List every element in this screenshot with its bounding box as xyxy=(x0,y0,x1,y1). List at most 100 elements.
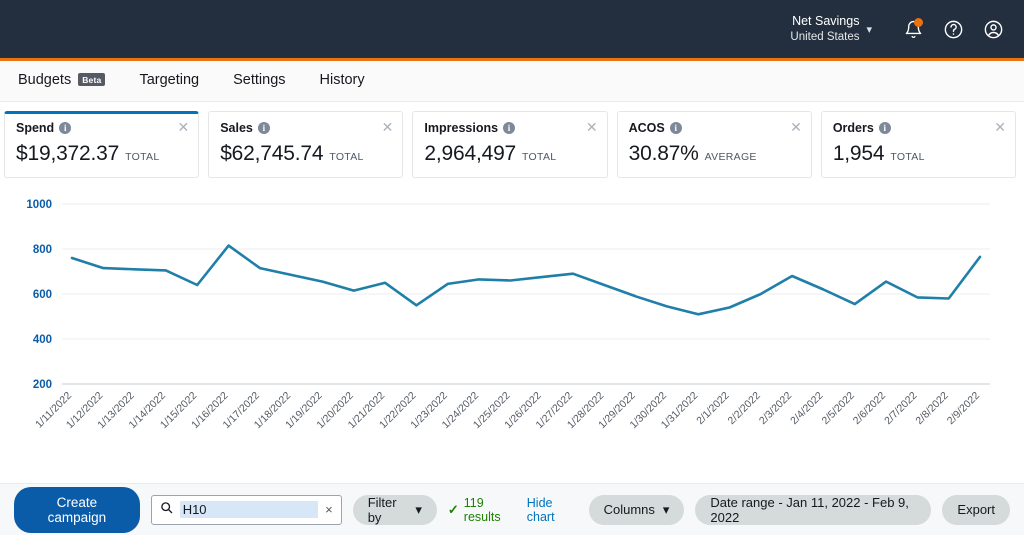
x-axis-tick-label: 2/8/2022 xyxy=(913,390,950,427)
search-icon xyxy=(160,501,173,519)
date-range-picker[interactable]: Date range - Jan 11, 2022 - Feb 9, 2022 xyxy=(695,494,932,525)
metric-title: Sales xyxy=(220,121,253,135)
data-line-spend[interactable] xyxy=(70,244,982,316)
export-label: Export xyxy=(957,502,995,517)
account-selector[interactable]: Net Savings United States ▾ xyxy=(790,14,872,44)
metric-unit: AVERAGE xyxy=(704,151,757,163)
metric-value-row: 2,964,497 TOTAL xyxy=(424,142,595,166)
metric-value: 1,954 xyxy=(832,142,885,165)
chevron-down-icon: ▾ xyxy=(662,501,670,517)
tab-targeting[interactable]: Targeting xyxy=(122,58,216,101)
metric-value-row: $62,745.74 TOTAL xyxy=(220,142,391,166)
account-region: United States xyxy=(790,30,860,43)
x-axis-tick-label: 2/1/2022 xyxy=(694,390,731,427)
notification-bell-icon[interactable] xyxy=(896,12,930,46)
search-input[interactable]: H10 xyxy=(179,501,319,518)
y-axis-tick-label: 1000 xyxy=(26,199,52,211)
tab-budgets[interactable]: Budgets Beta xyxy=(18,58,122,101)
metric-title: ACOS xyxy=(628,121,665,135)
tab-history[interactable]: History xyxy=(303,58,382,101)
info-icon[interactable]: i xyxy=(878,122,891,134)
info-icon[interactable]: i xyxy=(669,122,682,134)
chevron-down-icon: ▾ xyxy=(866,23,872,36)
y-axis-tick-label: 400 xyxy=(33,334,52,346)
results-count: ✓ 119 results xyxy=(448,496,516,524)
results-count-label: 119 results xyxy=(463,495,501,524)
close-icon[interactable]: ✕ xyxy=(586,120,598,134)
close-icon[interactable]: ✕ xyxy=(177,120,189,134)
tab-settings-label: Settings xyxy=(233,71,286,88)
columns-dropdown[interactable]: Columns ▾ xyxy=(588,494,685,525)
clear-search-icon[interactable]: × xyxy=(325,502,333,517)
account-label: Net Savings United States xyxy=(790,14,859,44)
tab-budgets-label: Budgets xyxy=(18,71,72,88)
create-campaign-button[interactable]: Create campaign xyxy=(14,486,140,533)
metric-card-sales[interactable]: Sales i ✕ $62,745.74 TOTAL xyxy=(208,111,404,178)
metric-title: Orders xyxy=(832,121,874,135)
tab-history-label: History xyxy=(319,71,365,88)
close-icon[interactable]: ✕ xyxy=(994,120,1006,134)
metric-unit: TOTAL xyxy=(890,151,925,163)
metric-value-row: 30.87% AVERAGE xyxy=(629,142,800,166)
ads-dashboard-page: Net Savings United States ▾ Budgets Beta… xyxy=(0,0,1024,535)
metric-value: $62,745.74 xyxy=(220,142,324,165)
filter-by-dropdown[interactable]: Filter by ▾ xyxy=(352,494,437,525)
x-axis-tick-label: 2/9/2022 xyxy=(945,390,982,427)
hide-chart-link[interactable]: Hide chart xyxy=(527,496,578,524)
section-tab-bar: Budgets Beta Targeting Settings History xyxy=(0,58,1024,102)
y-axis-tick-label: 200 xyxy=(33,379,52,391)
beta-badge: Beta xyxy=(78,73,106,86)
check-icon: ✓ xyxy=(447,501,459,517)
search-box[interactable]: H10 × xyxy=(150,494,342,525)
x-axis-tick-label: 2/4/2022 xyxy=(788,390,825,427)
metric-value-row: $19,372.37 TOTAL xyxy=(16,142,187,166)
x-axis-tick-label: 2/3/2022 xyxy=(757,390,794,427)
metric-unit: TOTAL xyxy=(329,151,364,163)
close-icon[interactable]: ✕ xyxy=(790,120,802,134)
spend-line-chart: 200 400 600 800 1000 1/11/2022 1/12/2022 1/13/2… xyxy=(0,186,1024,476)
account-name: Net Savings xyxy=(792,14,860,28)
y-axis-tick-label: 800 xyxy=(33,244,52,256)
date-range-label: Date range - Jan 11, 2022 - Feb 9, 2022 xyxy=(710,494,909,525)
metric-card-spend[interactable]: Spend i ✕ $19,372.37 TOTAL xyxy=(4,111,200,178)
info-icon[interactable]: i xyxy=(59,122,72,134)
metric-card-header: Spend i xyxy=(16,121,187,135)
metric-value-row: 1,954 TOTAL xyxy=(833,142,1004,166)
export-button[interactable]: Export xyxy=(942,494,1010,525)
bottom-toolbar: Create campaign H10 × Filter by ▾ ✓ 119 … xyxy=(0,483,1024,535)
close-icon[interactable]: ✕ xyxy=(382,120,394,134)
x-axis-tick-label: 2/2/2022 xyxy=(726,390,763,427)
orange-accent-bar xyxy=(0,58,1024,61)
info-icon[interactable]: i xyxy=(503,122,516,134)
x-axis-tick-label: 2/5/2022 xyxy=(819,390,856,427)
chevron-down-icon: ▾ xyxy=(415,501,422,517)
account-icon[interactable] xyxy=(976,12,1010,46)
metric-value: $19,372.37 xyxy=(16,142,120,165)
metric-value: 30.87% xyxy=(628,142,699,165)
metric-title: Impressions xyxy=(424,121,499,135)
columns-label: Columns xyxy=(603,502,655,517)
filter-by-label: Filter by xyxy=(367,494,397,525)
metric-card-row: Spend i ✕ $19,372.37 TOTAL Sales i ✕ $62… xyxy=(0,102,1024,186)
notification-badge-dot xyxy=(914,18,923,27)
metric-card-orders[interactable]: Orders i ✕ 1,954 TOTAL xyxy=(820,111,1017,178)
tab-targeting-label: Targeting xyxy=(139,71,200,88)
metric-card-acos[interactable]: ACOS i ✕ 30.87% AVERAGE xyxy=(616,111,812,178)
tab-settings[interactable]: Settings xyxy=(216,58,302,101)
metric-unit: TOTAL xyxy=(522,151,557,163)
x-axis-tick-label: 2/6/2022 xyxy=(851,390,888,427)
x-axis-tick-label: 2/7/2022 xyxy=(882,390,919,427)
y-axis-tick-label: 600 xyxy=(33,289,52,301)
metric-card-header: Impressions i xyxy=(424,121,595,135)
metric-unit: TOTAL xyxy=(125,151,160,163)
metric-card-impressions[interactable]: Impressions i ✕ 2,964,497 TOTAL xyxy=(412,111,608,178)
top-navigation-bar: Net Savings United States ▾ xyxy=(0,0,1024,61)
metric-value: 2,964,497 xyxy=(424,142,517,165)
info-icon[interactable]: i xyxy=(257,122,270,134)
help-icon[interactable] xyxy=(936,12,970,46)
metric-card-header: Sales i xyxy=(220,121,391,135)
metric-title: Spend xyxy=(16,121,55,135)
metric-card-header: ACOS i xyxy=(629,121,800,135)
metric-card-header: Orders i xyxy=(833,121,1004,135)
chart-canvas: 20040060080010001/11/20221/12/20221/13/2… xyxy=(26,199,990,431)
